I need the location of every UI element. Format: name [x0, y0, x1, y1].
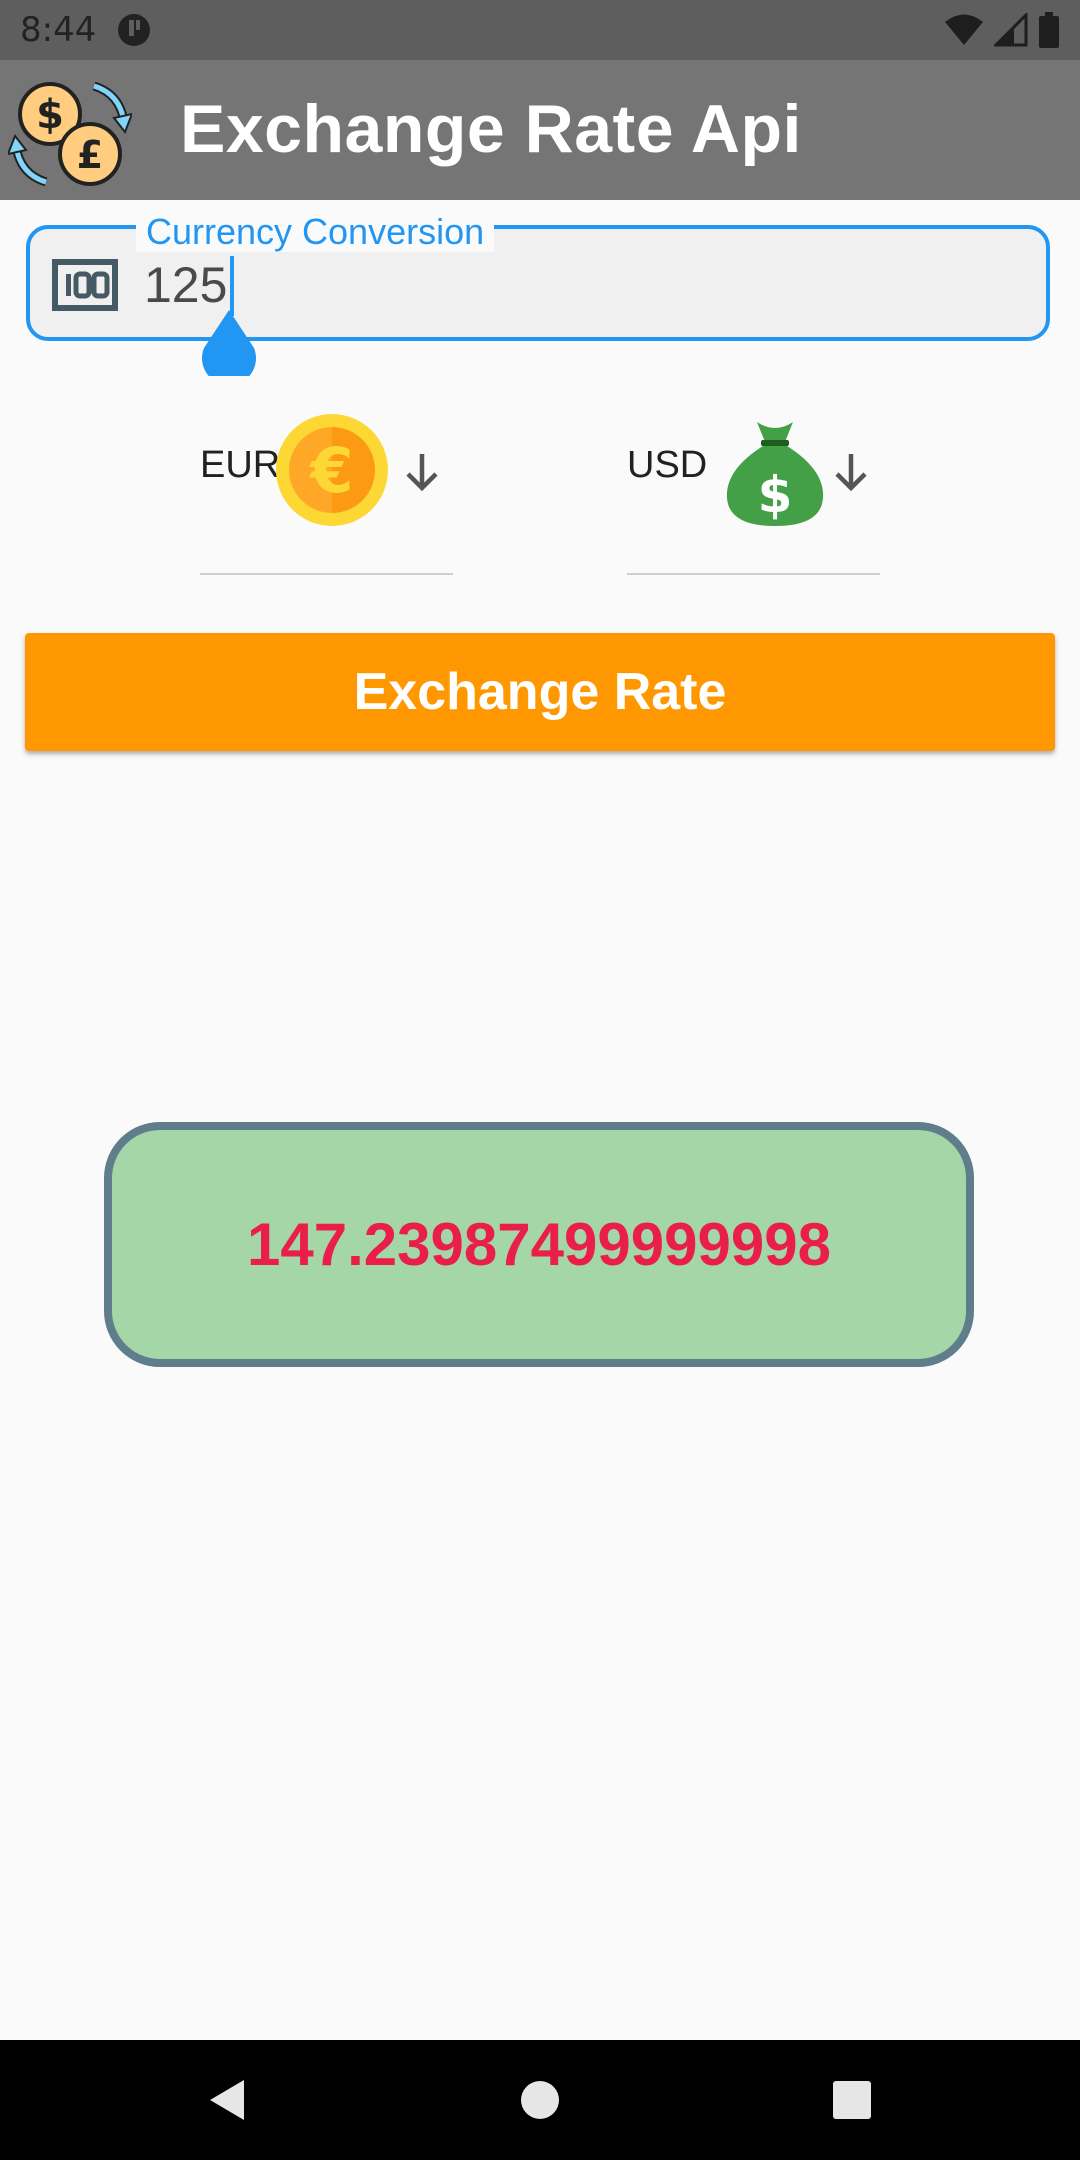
app-title: Exchange Rate Api — [180, 91, 802, 167]
battery-icon — [1039, 12, 1059, 48]
chevron-down-icon — [835, 454, 867, 492]
currency-exchange-icon: $ £ — [8, 81, 132, 187]
to-currency-dropdown[interactable]: USD $ — [627, 400, 880, 575]
status-icons — [944, 12, 1060, 48]
cursor-handle[interactable] — [200, 310, 258, 376]
amount-input[interactable] — [144, 252, 1004, 318]
from-currency-underline — [200, 573, 453, 575]
to-currency-underline — [627, 573, 880, 575]
money-bag-icon: $ — [726, 422, 824, 526]
recents-icon[interactable] — [820, 2068, 884, 2132]
svg-text:$: $ — [758, 466, 793, 524]
signal-icon — [994, 13, 1028, 47]
wifi-icon — [945, 14, 983, 45]
home-icon[interactable] — [508, 2068, 572, 2132]
svg-text:$: $ — [36, 92, 64, 138]
result-value: 147.23987499999998 — [247, 1211, 831, 1278]
chevron-down-icon — [406, 454, 438, 492]
status-time: 8:44 — [20, 10, 97, 50]
from-currency-code: EUR — [200, 444, 281, 486]
exchange-rate-button[interactable]: Exchange Rate — [25, 633, 1055, 751]
screen: 8:44 $ £ Exchange Rate Api Currency Conv… — [0, 0, 1080, 2160]
status-bar: 8:44 — [0, 0, 1080, 60]
svg-text:€: € — [308, 434, 353, 507]
to-currency-code: USD — [627, 444, 708, 486]
euro-coin-icon: € — [276, 414, 388, 526]
text-cursor — [230, 256, 234, 316]
navigation-bar — [0, 2040, 1080, 2160]
amount-input-label: Currency Conversion — [136, 212, 495, 252]
result-card: 147.23987499999998 — [104, 1122, 974, 1367]
back-icon[interactable] — [196, 2068, 260, 2132]
app-notification-icon — [118, 14, 150, 46]
banknote-100-icon — [52, 259, 118, 311]
svg-text:£: £ — [77, 133, 103, 177]
app-bar: $ £ Exchange Rate Api — [0, 60, 1080, 200]
from-currency-dropdown[interactable]: EUR € — [200, 400, 453, 575]
